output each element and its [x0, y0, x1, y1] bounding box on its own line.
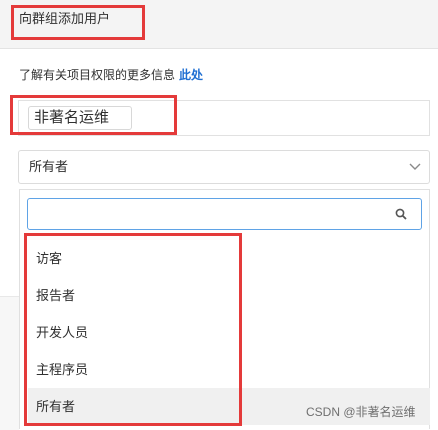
permissions-info: 了解有关项目权限的更多信息 此处 — [19, 66, 203, 84]
role-search-input[interactable] — [27, 198, 422, 230]
role-select-value: 所有者 — [29, 159, 69, 174]
watermark: CSDN @非著名运维 — [306, 405, 416, 419]
role-select[interactable]: 所有者 — [18, 150, 430, 184]
highlight-box-title — [11, 5, 145, 40]
highlight-box-options — [24, 233, 242, 426]
chevron-down-icon — [409, 163, 421, 170]
permissions-info-link[interactable]: 此处 — [179, 68, 203, 82]
permissions-info-text: 了解有关项目权限的更多信息 — [19, 68, 176, 82]
background-panel — [0, 296, 19, 430]
search-icon — [395, 208, 407, 220]
highlight-box-user — [10, 95, 177, 135]
